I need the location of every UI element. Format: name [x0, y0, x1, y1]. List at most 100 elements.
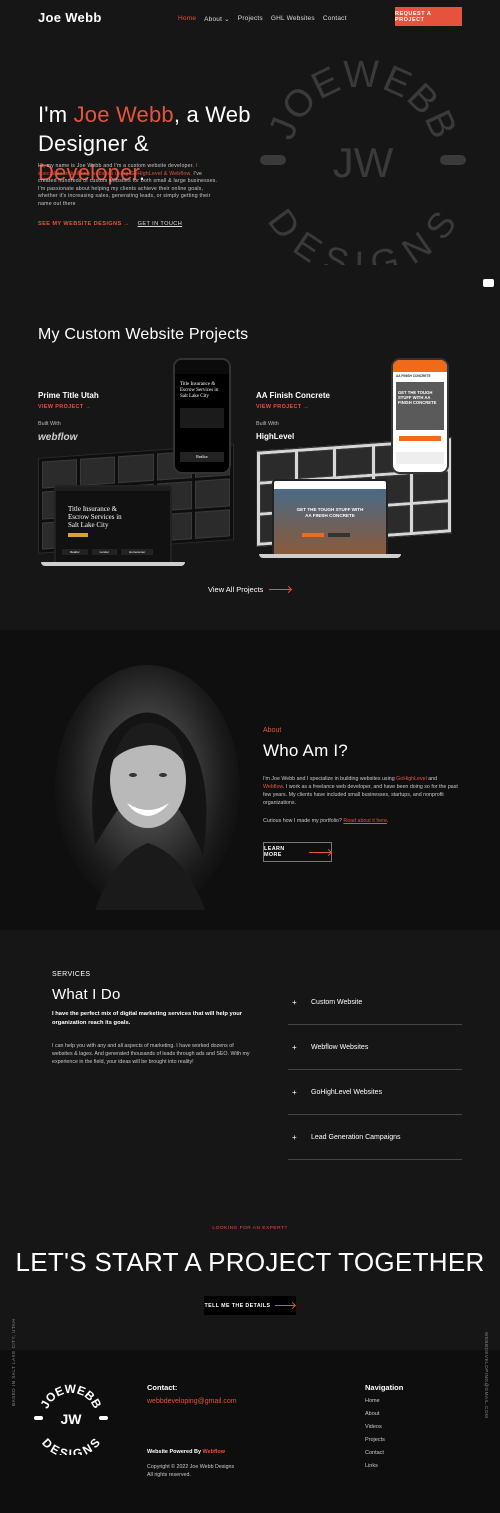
request-project-button[interactable]: REQUEST A PROJECT [395, 7, 462, 26]
portrait-illustration [92, 712, 207, 910]
cta-eyebrow: LOOKING FOR AN EXPERT? [212, 1226, 288, 1231]
view-all-projects-label: View All Projects [208, 585, 264, 594]
svg-text:JOEWEBB: JOEWEBB [261, 55, 465, 145]
contact-heading: Contact: [147, 1383, 178, 1392]
nav-projects[interactable]: Projects [238, 15, 263, 23]
view-all-projects-link[interactable]: View All Projects [208, 585, 292, 594]
hero-links: SEE MY WEBSITE DESIGNS → GET IN TOUCH [38, 221, 182, 227]
mockup-card: Lender [91, 549, 118, 555]
site-logo[interactable]: Joe Webb [38, 10, 102, 25]
service-item[interactable]: + Custom Website [288, 980, 462, 1025]
view-project-link[interactable]: VIEW PROJECT → [256, 404, 309, 410]
service-label: Custom Website [311, 998, 363, 1006]
webflow-logo: webflow [38, 432, 78, 443]
view-project-link[interactable]: VIEW PROJECT → [38, 404, 91, 410]
built-with-label: Built With [256, 421, 279, 427]
mockup-cards: Realtor Lender Homeowner [62, 549, 154, 555]
contact-email-link[interactable]: webbdeveloping@gmail.com [147, 1398, 237, 1405]
jw-designs-badge: JOEWEBB DESIGNS JW [260, 55, 466, 265]
footer-logo-top: JOEWEBB [38, 1382, 105, 1411]
hero-title-name: Joe Webb [73, 102, 174, 127]
nav-home[interactable]: Home [178, 15, 196, 23]
phone-mockup-button: Realtor [180, 452, 224, 462]
footer-logo-center: JW [61, 1411, 83, 1427]
badge-center-text: JW [333, 139, 394, 186]
hero-intro: Hi, my name is Joe Webb and I'm a custom… [38, 163, 218, 209]
svg-text:DESIGNS: DESIGNS [260, 201, 466, 265]
rights-reserved: All rights reserved. [147, 1472, 191, 1478]
learn-more-button[interactable]: LEARN MORE [263, 842, 332, 862]
read-about-link[interactable]: Read about it here [343, 818, 387, 824]
services-text: I can help you with any and all aspects … [52, 1043, 250, 1065]
project-name[interactable]: Prime Title Utah [38, 391, 99, 400]
service-label: Webflow Websites [311, 1043, 369, 1051]
ghl-link[interactable]: GoHighLevel [396, 776, 427, 782]
email-side-text[interactable]: WEBBDEVELOPING@GMAIL.COM [484, 1332, 489, 1418]
footer-logo[interactable]: JOEWEBB DESIGNS JW [34, 1381, 108, 1455]
mockup-button [328, 533, 350, 537]
footer-nav: Home About Videos Projects Contact Links [365, 1398, 385, 1469]
footer-nav-contact[interactable]: Contact [365, 1450, 385, 1456]
nav-contact[interactable]: Contact [323, 15, 347, 23]
laptop-base [259, 554, 401, 558]
mockup-title: GET THE TOUGH STUFF WITH AA FINISH CONCR… [296, 507, 364, 518]
laptop-base [41, 562, 185, 566]
service-label: Lead Generation Campaigns [311, 1133, 401, 1141]
footer-nav-home[interactable]: Home [365, 1398, 385, 1404]
projects-title: My Custom Website Projects [38, 326, 249, 343]
arrow-right-icon [309, 851, 331, 853]
portfolio-question: Curious how I made my portfolio? Read ab… [263, 818, 388, 824]
about-eyebrow: About [263, 727, 282, 734]
nav-ghl-websites[interactable]: GHL Websites [271, 15, 315, 23]
plus-icon: + [292, 1042, 297, 1052]
service-item[interactable]: + Lead Generation Campaigns [288, 1115, 462, 1160]
badge-bottom-text: DESIGNS [260, 201, 463, 265]
built-with-label: Built With [38, 421, 61, 427]
tell-me-details-button[interactable]: TELL ME THE DETAILS [204, 1296, 296, 1315]
services-list: + Custom Website + Webflow Websites + GoHig… [288, 980, 462, 1160]
phone-mockup: AA FINISH CONCRETE GET THE TOUGH STUFF W… [391, 358, 449, 474]
service-label: GoHighLevel Websites [311, 1088, 383, 1096]
badge-top-text: JOEWEBB [261, 55, 464, 145]
phone-mockup-title: Title Insurance & Escrow Services in Sal… [180, 382, 219, 399]
about-text-2: and [426, 776, 438, 782]
mockup-card: Realtor [62, 549, 88, 555]
footer-nav-about[interactable]: About [365, 1411, 385, 1417]
mockup-button [302, 533, 324, 537]
copyright: Copyright © 2022 Joe Webb Designs [147, 1464, 235, 1470]
badge-left-pill [260, 155, 286, 165]
get-in-touch-link[interactable]: GET IN TOUCH [138, 221, 183, 227]
see-designs-link[interactable]: SEE MY WEBSITE DESIGNS → [38, 221, 130, 227]
laptop-mockup: GET THE TOUGH STUFF WITH AA FINISH CONCR… [272, 479, 388, 555]
footer-nav-videos[interactable]: Videos [365, 1424, 385, 1430]
service-item[interactable]: + Webflow Websites [288, 1025, 462, 1070]
service-item[interactable]: + GoHighLevel Websites [288, 1070, 462, 1115]
highlevel-logo: HighLevel [256, 432, 295, 441]
main-nav: Home About ⌄ Projects GHL Websites Conta… [178, 15, 347, 23]
hero-title-pre: I'm [38, 102, 74, 127]
nav-about[interactable]: About ⌄ [204, 15, 230, 23]
webflow-link[interactable]: Webflow [263, 784, 283, 790]
arrow-right-icon [275, 1305, 296, 1306]
phone-header: AA FINISH CONCRETE [393, 372, 447, 380]
arrow-right-icon [269, 589, 292, 590]
phone-text-block [180, 408, 224, 428]
about-text-3: . I work as a freelance web developer, a… [263, 784, 458, 806]
portfolio-question-end: . [386, 818, 389, 824]
footer-nav-links[interactable]: Links [365, 1463, 385, 1469]
footer-logo-left-pill [34, 1416, 43, 1420]
tell-me-details-label: TELL ME THE DETAILS [204, 1302, 271, 1309]
mockup-button [68, 533, 88, 537]
project-name[interactable]: AA Finish Concrete [256, 391, 330, 400]
footer-logo-right-pill [99, 1416, 108, 1420]
plus-icon: + [292, 1132, 297, 1142]
services-eyebrow: SERVICES [52, 971, 91, 978]
about-text-1: I'm Joe Webb and I specialize in buildin… [263, 776, 397, 782]
about-title: Who Am I? [263, 741, 348, 760]
chat-widget-button[interactable] [483, 279, 494, 287]
cta-title: LET'S START A PROJECT TOGETHER [15, 1247, 485, 1277]
powered-by-webflow-link[interactable]: Webflow [203, 1449, 226, 1455]
footer-nav-projects[interactable]: Projects [365, 1437, 385, 1443]
powered-by-text: Website Powered By [147, 1449, 203, 1455]
mockup-card: Homeowner [121, 549, 154, 555]
